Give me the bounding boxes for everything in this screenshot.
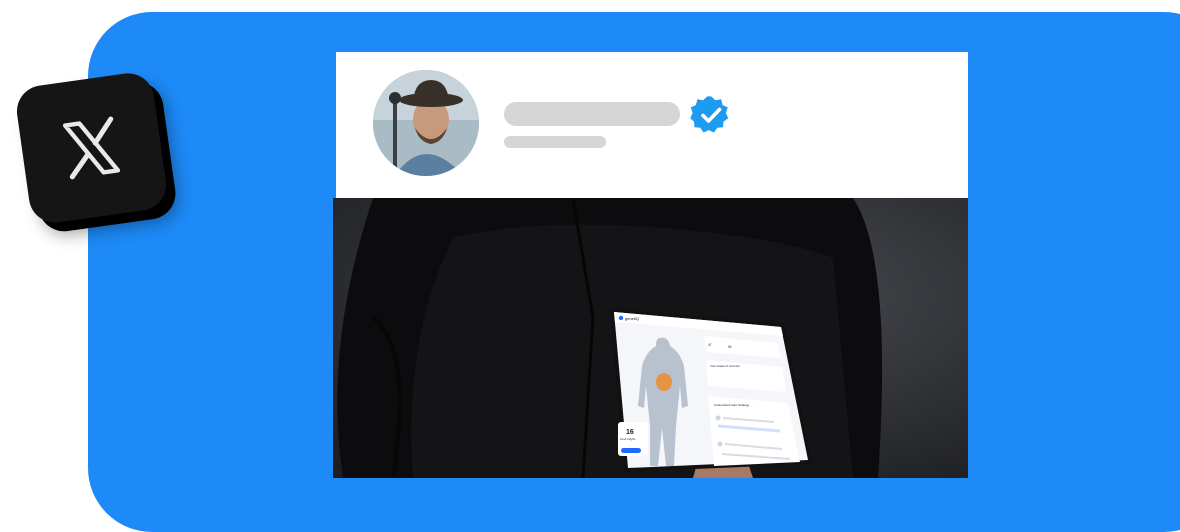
tablet-stat-label: Food Insights <box>620 437 636 441</box>
tablet-stat-value: 16 <box>626 429 634 436</box>
tablet-section-2: Customized Care Strategy <box>714 403 750 407</box>
tablet-screen: genetiQ 16 Food Insights 47 54 Your Area… <box>604 306 814 474</box>
x-app-tile <box>13 68 185 247</box>
handle-placeholder <box>504 136 606 148</box>
tablet-brand: genetiQ <box>625 316 639 321</box>
tablet-metric-a: 47 <box>708 343 712 347</box>
x-logo-icon <box>62 116 121 180</box>
avatar[interactable] <box>373 70 479 176</box>
tablet-section-1: Your Areas of Concern <box>710 364 740 368</box>
tablet-metric-b: 54 <box>728 345 732 349</box>
display-name-placeholder <box>504 102 680 126</box>
verified-badge-icon <box>690 96 729 133</box>
